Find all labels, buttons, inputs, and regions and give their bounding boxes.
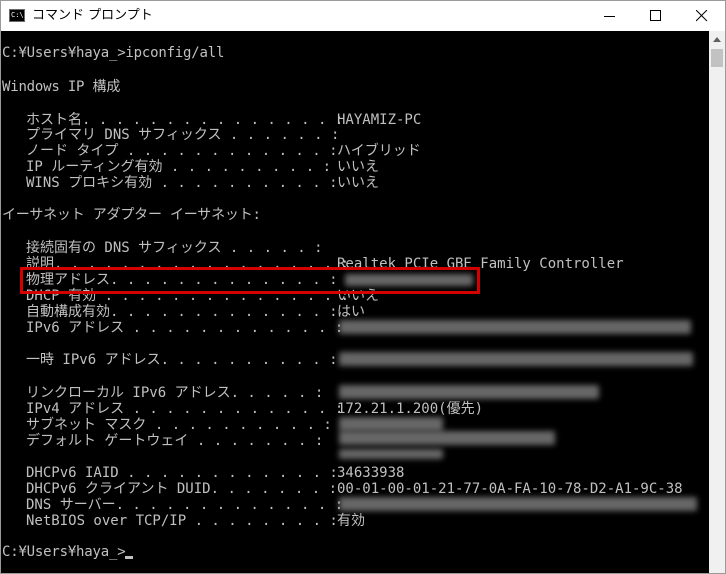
subnet-mask-blurred — [339, 417, 443, 431]
ipv4-address-value: 172.21.1.200(優先) — [337, 401, 484, 417]
close-button[interactable] — [679, 1, 725, 31]
node-type-value: ハイブリッド — [337, 143, 421, 159]
prompt-command-line: C:¥Users¥haya_>ipconfig/all — [2, 45, 225, 61]
prompt-text: C:¥Users¥haya_> — [2, 544, 126, 560]
minimize-button[interactable] — [587, 1, 633, 31]
prompt-line: C:¥Users¥haya_> — [2, 544, 134, 560]
maximize-button[interactable] — [633, 1, 679, 31]
subnet-mask-label: サブネット マスク . . . . . . . . . . : — [26, 417, 332, 433]
command-prompt-window: C:\. コマンド プロンプト C:¥Users¥haya_>ipconfig/… — [0, 0, 726, 574]
title-bar[interactable]: C:\. コマンド プロンプト — [1, 1, 725, 31]
ip-routing-value: いいえ — [337, 159, 379, 175]
default-gateway-blurred-2 — [339, 449, 443, 459]
cmd-app-icon[interactable]: C:\. — [9, 9, 28, 22]
scrollbar-thumb[interactable] — [711, 49, 723, 67]
text-cursor — [125, 556, 134, 559]
adapter-header: イーサネット アダプター イーサネット: — [2, 207, 261, 223]
ipv4-address-label: IPv4 アドレス . . . . . . . . . . . . : — [26, 401, 344, 417]
dns-server-label: DNS サーバー. . . . . . . . . . . . . : — [26, 497, 344, 513]
wins-proxy-value: いいえ — [337, 175, 379, 191]
autoconfig-label: 自動構成有効. . . . . . . . . . . . . : — [26, 304, 338, 320]
host-name-label: ホスト名. . . . . . . . . . . . . . . : — [26, 112, 344, 128]
physical-address-highlight-box — [20, 267, 480, 294]
wins-proxy-label: WINS プロキシ有効 . . . . . . . . . . : — [26, 175, 338, 191]
scroll-up-button[interactable] — [709, 31, 725, 48]
vertical-scrollbar[interactable] — [709, 31, 725, 573]
maximize-icon — [650, 10, 661, 21]
dns-server-blurred — [339, 497, 697, 511]
node-type-label: ノード タイプ . . . . . . . . . . . . : — [26, 143, 338, 159]
ip-config-header: Windows IP 構成 — [2, 79, 121, 95]
scroll-up-arrow-icon — [713, 37, 721, 42]
ipv6-address-label: IPv6 アドレス . . . . . . . . . . . . : — [26, 320, 344, 336]
netbios-label: NetBIOS over TCP/IP . . . . . . . . : — [26, 513, 338, 529]
dhcpv6-iaid-value: 34633938 — [337, 465, 405, 481]
host-name-value: HAYAMIZ-PC — [337, 112, 422, 128]
minimize-icon — [604, 16, 615, 17]
dhcpv6-iaid-label: DHCPv6 IAID . . . . . . . . . . . . : — [26, 465, 338, 481]
default-gateway-blurred — [339, 431, 555, 445]
console-output[interactable]: C:¥Users¥haya_>ipconfig/all Windows IP 構… — [1, 31, 709, 573]
temp-ipv6-label: 一時 IPv6 アドレス. . . . . . . . . . : — [26, 352, 338, 368]
link-local-ipv6-blurred — [339, 385, 599, 399]
autoconfig-value: はい — [337, 304, 365, 320]
netbios-value: 有効 — [337, 513, 365, 529]
connection-dns-suffix-label: 接続固有の DNS サフィックス . . . . . : — [26, 240, 323, 256]
link-local-ipv6-label: リンクローカル IPv6 アドレス. . . . . : — [26, 385, 324, 401]
ip-routing-label: IP ルーティング有効 . . . . . . . . . : — [26, 159, 332, 175]
ipv6-address-blurred — [339, 320, 691, 334]
dhcpv6-duid-label: DHCPv6 クライアント DUID. . . . . . . : — [26, 481, 338, 497]
window-title: コマンド プロンプト — [32, 8, 153, 23]
primary-dns-suffix-label: プライマリ DNS サフィックス . . . . . . : — [26, 127, 340, 143]
temp-ipv6-blurred — [339, 352, 693, 366]
dhcpv6-duid-value: 00-01-00-01-21-77-0A-FA-10-78-D2-A1-9C-3… — [337, 481, 683, 497]
default-gateway-label: デフォルト ゲートウェイ . . . . . . . : — [26, 433, 324, 449]
close-icon — [696, 10, 708, 22]
